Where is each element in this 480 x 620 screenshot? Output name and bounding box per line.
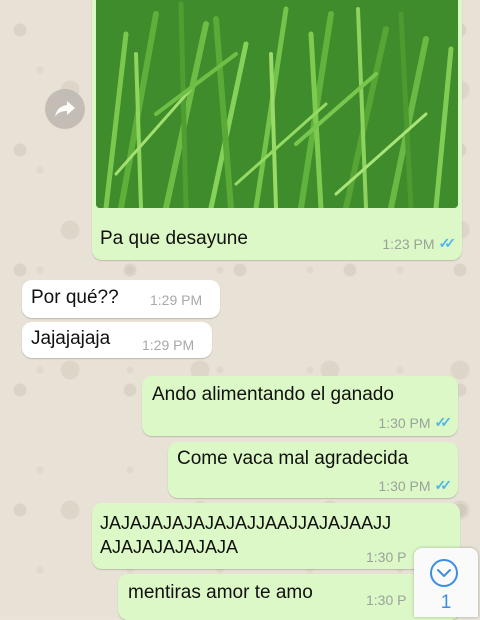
message-meta: 1:29 PM [142,337,194,353]
message-meta: 1:30 P [366,592,406,608]
double-check-icon: ✓✓ [438,235,457,251]
message-text: Por qué?? [31,287,119,308]
message-time: 1:30 PM [378,477,431,494]
message-time: 1:29 PM [142,337,195,353]
scroll-to-bottom-button[interactable]: 1 [414,548,478,617]
message-time: 1:30 P [366,549,407,565]
double-check-icon: ✓✓ [434,414,453,430]
double-check-icon: ✓✓ [434,477,453,493]
message-meta: 1:23 PM ✓✓ [382,235,457,252]
message-time: 1:23 PM [382,235,435,252]
message-bubble-incoming[interactable]: Jajajajaja 1:29 PM [22,322,212,358]
message-time: 1:30 PM [378,414,431,431]
message-bubble-outgoing[interactable]: mentiras amor te amo 1:30 P [118,574,460,620]
message-meta: 1:30 PM ✓✓ [378,477,453,494]
unread-count-badge: 1 [440,592,452,613]
message-meta: 1:29 PM [150,292,202,308]
message-caption: Pa que desayune [100,228,248,249]
message-bubble-outgoing[interactable]: JAJAJAJAJAJAJAJJAAJJAJAJAAJJ AJAJAJAJAJA… [92,503,460,569]
message-text: Come vaca mal agradecida [177,448,409,469]
message-meta: 1:30 P [366,549,406,565]
chevron-down-circle-icon [430,559,458,587]
message-bubble-outgoing[interactable]: Come vaca mal agradecida 1:30 PM ✓✓ [168,442,458,498]
message-bubble-incoming[interactable]: Por qué?? 1:29 PM [22,280,220,318]
grass-photo[interactable] [96,0,458,208]
grass-image [96,0,458,208]
message-time: 1:30 P [366,592,407,608]
message-meta: 1:30 PM ✓✓ [378,414,453,431]
forward-arrow-icon [55,101,75,117]
message-text: Jajajajaja [31,328,111,349]
message-text: Ando alimentando el ganado [152,384,394,405]
forward-button[interactable] [45,89,85,129]
message-time: 1:29 PM [150,292,203,308]
message-text: JAJAJAJAJAJAJAJJAAJJAJAJAAJJ AJAJAJAJAJA… [100,513,392,557]
message-bubble-outgoing[interactable]: Ando alimentando el ganado 1:30 PM ✓✓ [142,376,458,436]
message-bubble-image[interactable]: Pa que desayune 1:23 PM ✓✓ [92,0,462,260]
message-text: mentiras amor te amo [128,582,313,603]
